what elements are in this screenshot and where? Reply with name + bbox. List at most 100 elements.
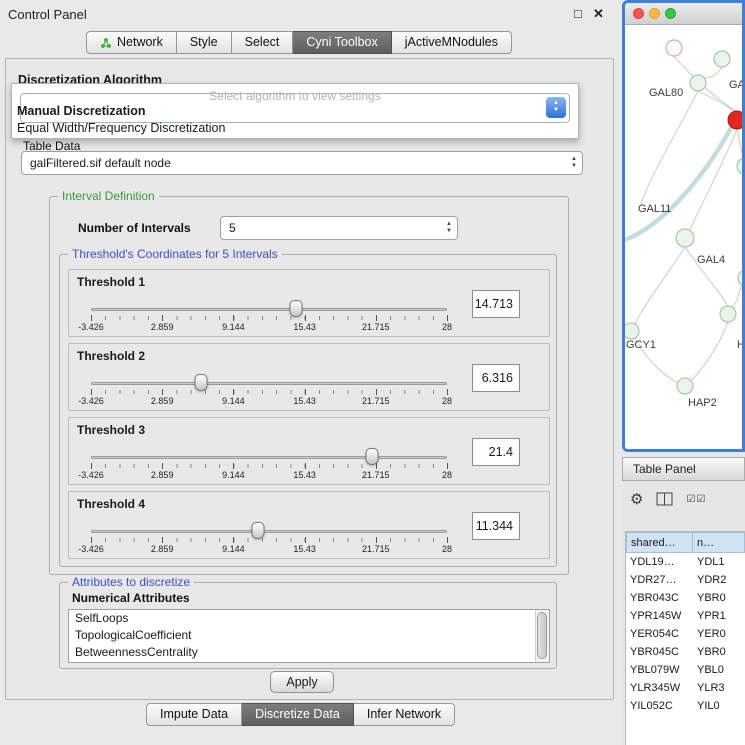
menu-item-equal-width-frequency[interactable]: Equal Width/Frequency Discretization [17,121,225,135]
table-row[interactable]: YDR27…YDR2 [626,571,745,589]
table-row[interactable]: YBR043CYBR0 [626,589,745,607]
top-tab-bar: Network Style Select Cyni Toolbox jActiv… [86,31,512,54]
tab-impute-data[interactable]: Impute Data [146,703,242,726]
close-traffic-light[interactable] [633,8,644,19]
slider-track[interactable] [91,456,447,459]
network-node[interactable] [737,158,742,174]
major-tick-icon [305,463,306,469]
tab-cyni-toolbox[interactable]: Cyni Toolbox [293,31,391,54]
slider-ticks [91,390,447,394]
table-data-combobox[interactable]: galFiltered.sif default node ▲▼ [21,151,583,175]
threshold-2-slider[interactable]: -3.4262.8599.14415.4321.71528 [91,372,447,410]
slider-track[interactable] [91,382,447,385]
scale-label: 28 [442,470,452,480]
columns-icon[interactable] [656,492,673,506]
slider-knob[interactable] [366,448,379,465]
network-node-label: HAP2 [688,397,717,409]
table-cell: YDL1 [693,553,745,571]
slider-knob[interactable] [252,522,265,539]
scale-label: 2.859 [151,322,174,332]
table-rows: YDL19…YDL1YDR27…YDR2YBR043CYBR0YPR145WYP… [626,553,745,715]
slider-track[interactable] [91,530,447,533]
threshold-value-field[interactable]: 11.344 [472,512,520,540]
major-tick-icon [376,315,377,321]
combobox-arrows-icon: ▲▼ [446,221,452,235]
scale-label: 21.715 [362,322,390,332]
slider-ticks [91,316,447,320]
interval-definition-title: Interval Definition [58,189,159,203]
network-canvas[interactable]: GAL80 GA GAL11 GAL4 GCY1 H HAP2 [625,26,742,449]
tab-jactivemnodules[interactable]: jActiveMNodules [392,31,512,54]
minimize-traffic-light[interactable] [649,8,660,19]
major-tick-icon [162,537,163,543]
apply-button[interactable]: Apply [270,671,334,693]
network-node-selected[interactable] [728,111,742,129]
threshold-3-slider[interactable]: -3.4262.8599.14415.4321.71528 [91,446,447,484]
tab-style[interactable]: Style [177,31,232,54]
threshold-value-field[interactable]: 21.4 [472,438,520,466]
column-header[interactable]: n… [693,532,745,553]
node-table: shared… n… YDL19…YDL1YDR27…YDR2YBR043CYB… [625,531,745,745]
table-cell: YPR145W [626,607,693,625]
table-row[interactable]: YER054CYER0 [626,625,745,643]
menu-item-manual-discretization[interactable]: Manual Discretization [17,104,146,118]
tab-infer-network[interactable]: Infer Network [354,703,455,726]
zoom-traffic-light[interactable] [665,8,676,19]
threshold-label: Threshold 2 [77,349,145,363]
major-tick-icon [233,389,234,395]
slider-knob[interactable] [290,300,303,317]
table-row[interactable]: YBR045CYBR0 [626,643,745,661]
close-icon[interactable]: ✕ [593,6,604,22]
threshold-1-slider[interactable]: -3.4262.8599.14415.4321.71528 [91,298,447,336]
network-node[interactable] [690,75,706,91]
attributes-group-title: Attributes to discretize [68,575,194,589]
network-node[interactable] [677,378,693,394]
threshold-value-field[interactable]: 6.316 [472,364,520,392]
network-node[interactable] [676,229,694,247]
network-node[interactable] [738,270,742,286]
numerical-attributes-list[interactable]: SelfLoopsTopologicalCoefficientBetweenne… [68,609,550,663]
scrollbar-thumb[interactable] [537,612,547,659]
float-window-icon[interactable]: □ [574,6,582,21]
attribute-item[interactable]: TopologicalCoefficient [69,627,549,644]
slider-knob[interactable] [195,374,208,391]
scale-label: 9.144 [222,470,245,480]
network-node[interactable] [714,51,730,67]
network-window-titlebar[interactable] [625,3,742,25]
column-header[interactable]: shared… [626,532,693,553]
table-row[interactable]: YBL079WYBL0 [626,661,745,679]
threshold-4-box: Threshold 4 -3.4262.8599.14415.4321.7152… [68,491,550,559]
table-cell: YER0 [693,625,745,643]
major-tick-icon [376,389,377,395]
table-panel: ⚙ ☑☑ shared… n… YDL19…YDL1YDR27…YDR2YBR0… [622,481,745,745]
table-row[interactable]: YPR145WYPR1 [626,607,745,625]
major-tick-icon [233,463,234,469]
network-graph: GAL80 GA GAL11 GAL4 GCY1 H HAP2 [625,26,742,452]
table-data-value: galFiltered.sif default node [30,152,171,174]
network-node-label: GCY1 [626,339,656,351]
select-rows-icon[interactable]: ☑☑ [686,494,706,505]
slider-track[interactable] [91,308,447,311]
tab-discretize-data[interactable]: Discretize Data [242,703,354,726]
threshold-2-box: Threshold 2 -3.4262.8599.14415.4321.7152… [68,343,550,411]
threshold-4-slider[interactable]: -3.4262.8599.14415.4321.71528 [91,520,447,558]
network-node[interactable] [666,40,682,56]
network-view-window[interactable]: GAL80 GA GAL11 GAL4 GCY1 H HAP2 [622,0,745,452]
attribute-item[interactable]: SelfLoops [69,610,549,627]
table-cell: YBR045C [626,643,693,661]
gear-icon[interactable]: ⚙ [630,490,643,508]
table-row[interactable]: YDL19…YDL1 [626,553,745,571]
attribute-item[interactable]: BetweennessCentrality [69,644,549,661]
attributes-scrollbar[interactable] [535,610,549,662]
number-of-intervals-combobox[interactable]: 5 ▲▼ [220,216,458,240]
threshold-value-field[interactable]: 14.713 [472,290,520,318]
table-row[interactable]: YLR345WYLR3 [626,679,745,697]
table-row[interactable]: YIL052CYIL0 [626,697,745,715]
thresholds-group: Threshold's Coordinates for 5 Intervals … [59,254,557,567]
scale-label: 15.43 [293,544,316,554]
network-node[interactable] [625,323,639,339]
tab-select[interactable]: Select [232,31,294,54]
major-tick-icon [447,463,448,469]
network-node[interactable] [720,306,736,322]
tab-network[interactable]: Network [86,31,177,54]
